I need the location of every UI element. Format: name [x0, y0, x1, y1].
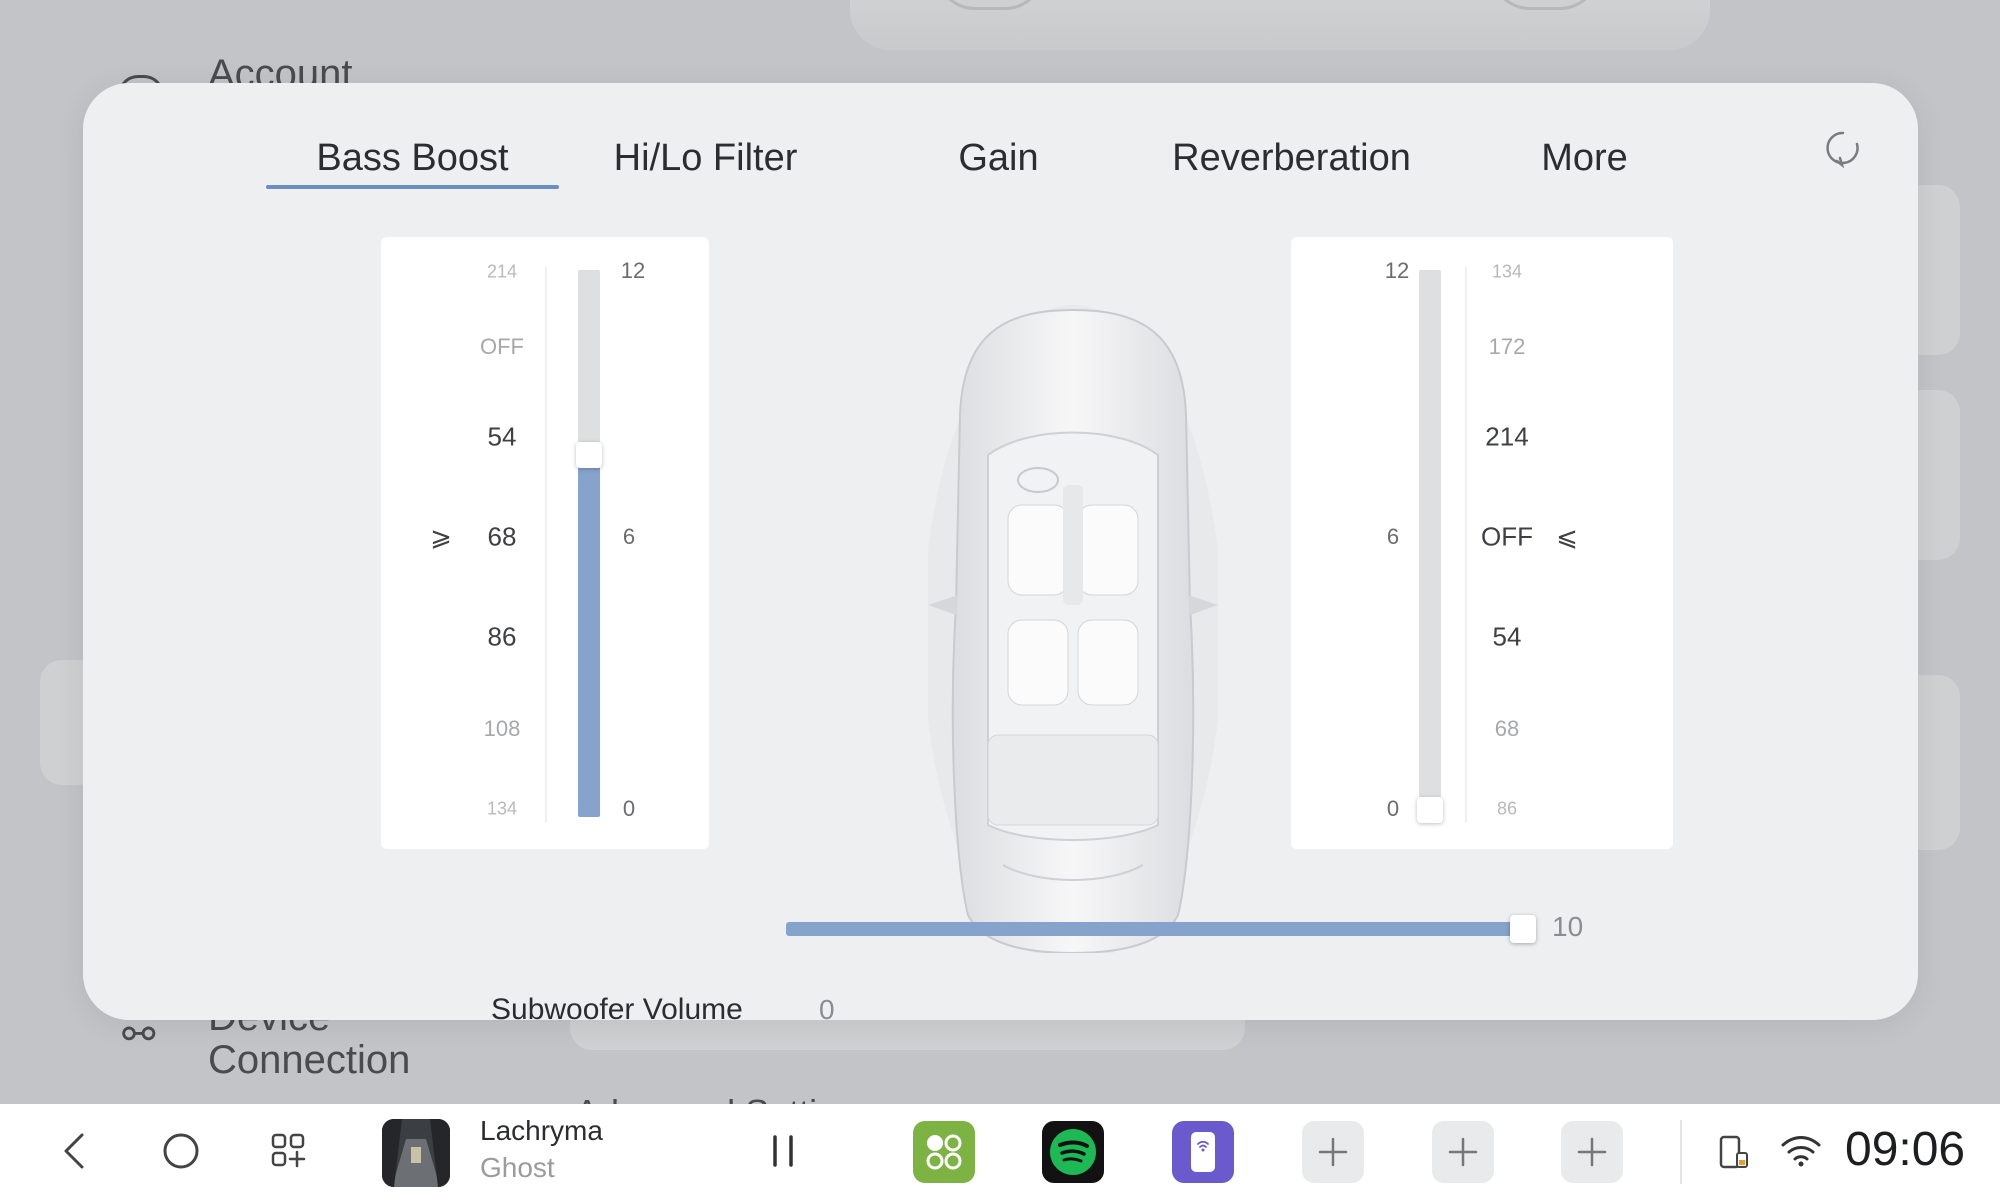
subwoofer-volume-thumb[interactable]	[1510, 915, 1536, 943]
tab-label: Gain	[958, 136, 1039, 179]
spotify-icon	[1050, 1129, 1096, 1175]
slider-mid-label: 6	[622, 524, 636, 549]
tab-gain[interactable]: Gain	[852, 128, 1145, 188]
slider-min-label: 0	[622, 796, 636, 821]
now-playing-title[interactable]: Lachryma	[480, 1115, 603, 1147]
subwoofer-volume-label: Subwoofer Volume	[491, 993, 743, 1026]
scale-value[interactable]: 86	[488, 622, 517, 653]
back-icon	[64, 1133, 84, 1169]
left-bass-panel: 214 OFF 54 68 86 108 134 ⩾ 12 6 0	[381, 237, 709, 849]
tab-label: Reverberation	[1172, 136, 1411, 179]
scale-value[interactable]: 108	[484, 716, 521, 742]
sound-effects-dialog: Bass Boost Hi/Lo Filter Gain Reverberati…	[83, 83, 1918, 1026]
add-app-button[interactable]	[1432, 1121, 1494, 1183]
wifi-icon	[1781, 1136, 1821, 1167]
tab-underline	[266, 185, 559, 189]
right-gain-slider-thumb[interactable]	[1417, 797, 1443, 823]
right-gain-slider-track[interactable]	[1419, 270, 1441, 817]
scale-value[interactable]: 134	[1492, 262, 1522, 283]
spotify-app-tile[interactable]	[1042, 1121, 1104, 1183]
scale-value[interactable]: 54	[1493, 622, 1522, 653]
device-connection-label: Connection	[208, 1038, 411, 1082]
background-wheel	[1490, 0, 1600, 10]
selection-arrow-icon: ⩾	[430, 521, 452, 552]
scale-value-selected[interactable]: 68	[488, 522, 517, 553]
pause-button[interactable]	[750, 1118, 816, 1184]
wifi-status[interactable]	[1768, 1118, 1834, 1184]
tab-label: Bass Boost	[316, 136, 509, 179]
phone-wifi-icon	[1191, 1132, 1215, 1172]
add-app-button[interactable]	[1561, 1121, 1623, 1183]
slider-min-label: 0	[1386, 796, 1400, 821]
left-gain-slider-thumb[interactable]	[576, 442, 602, 469]
background-car-image	[850, 0, 1710, 50]
plus-icon	[1577, 1137, 1607, 1167]
purple-app-tile[interactable]	[1172, 1121, 1234, 1183]
slider-max-label: 12	[620, 258, 646, 283]
back-button[interactable]	[42, 1118, 108, 1184]
slider-max-label: 12	[1384, 258, 1410, 283]
background-wheel	[935, 0, 1045, 10]
subwoofer-max-label: 10	[1552, 911, 1584, 942]
scale-value[interactable]: 86	[1497, 799, 1517, 820]
pause-icon	[773, 1135, 793, 1167]
green-app-icon	[926, 1134, 962, 1170]
left-gain-slider-fill	[578, 462, 600, 817]
slider-mid-label: 6	[1386, 524, 1400, 549]
right-bass-panel: 12 6 0 134 172 214 OFF 54 68 86 ⩽	[1291, 237, 1673, 849]
scale-value[interactable]: 214	[487, 262, 517, 283]
tab-bass-boost[interactable]: Bass Boost	[266, 128, 559, 188]
scale-value[interactable]: 54	[488, 422, 517, 453]
scale-value[interactable]: 68	[1495, 716, 1519, 742]
home-icon	[163, 1133, 199, 1169]
apps-button[interactable]	[256, 1118, 322, 1184]
scale-value[interactable]: 214	[1485, 422, 1528, 453]
panel-divider	[1465, 267, 1467, 822]
tab-hi-lo-filter[interactable]: Hi/Lo Filter	[559, 128, 852, 188]
tab-label: More	[1541, 136, 1628, 179]
scale-value[interactable]: 172	[1489, 334, 1526, 360]
album-art[interactable]	[382, 1119, 450, 1187]
tab-reverberation[interactable]: Reverberation	[1145, 128, 1438, 188]
dock-separator	[1680, 1120, 1682, 1184]
subwoofer-min-label: 0	[819, 994, 835, 1025]
album-art-image	[382, 1119, 450, 1187]
phone-status-button[interactable]	[1700, 1118, 1766, 1184]
clock: 09:06	[1845, 1123, 1966, 1176]
apps-icon	[271, 1133, 306, 1168]
tab-more[interactable]: More	[1438, 128, 1731, 188]
home-button[interactable]	[148, 1118, 214, 1184]
now-playing-artist[interactable]: Ghost	[480, 1152, 555, 1184]
plus-icon	[1318, 1137, 1348, 1167]
phone-battery-icon	[1719, 1135, 1748, 1169]
car-top-view-image	[928, 305, 1218, 953]
green-app-tile[interactable]	[913, 1121, 975, 1183]
selection-arrow-icon: ⩽	[1556, 521, 1578, 552]
scale-value-selected[interactable]: OFF	[1481, 522, 1533, 553]
plus-icon	[1448, 1137, 1478, 1167]
scale-value[interactable]: 134	[487, 799, 517, 820]
panel-divider	[545, 267, 547, 822]
scale-value[interactable]: OFF	[480, 334, 524, 360]
tab-label: Hi/Lo Filter	[613, 136, 798, 179]
reset-icon	[1826, 131, 1859, 168]
reset-button[interactable]	[1813, 118, 1873, 178]
subwoofer-volume-slider[interactable]	[786, 922, 1524, 936]
add-app-button[interactable]	[1302, 1121, 1364, 1183]
